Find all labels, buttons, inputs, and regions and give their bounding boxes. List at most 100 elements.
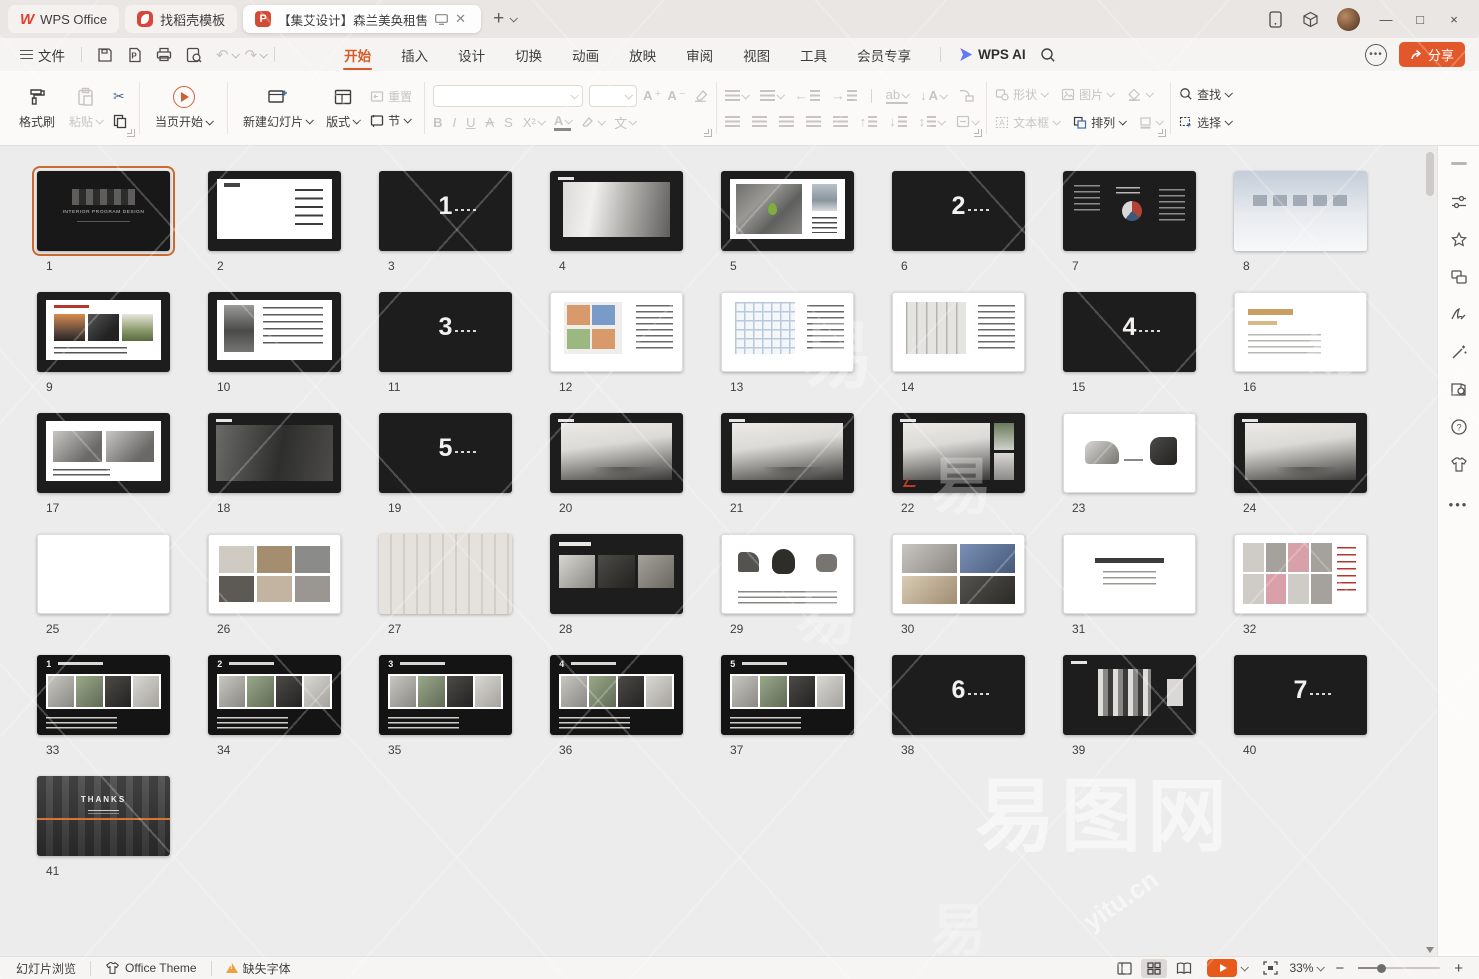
slide-thumbnail-25[interactable] [37, 534, 170, 614]
menu-tab-slideshow[interactable]: 放映 [614, 38, 671, 71]
new-slide-button[interactable]: 新建幻灯片 [236, 87, 319, 130]
zoom-slider[interactable] [1358, 967, 1440, 969]
file-menu-button[interactable]: 文件 [12, 45, 73, 65]
slideshow-play-button[interactable] [1207, 959, 1237, 977]
slide-thumbnail-39[interactable] [1063, 655, 1196, 735]
slide-thumbnail-33[interactable]: 1 [37, 655, 170, 735]
slide-thumbnail-31[interactable] [1063, 534, 1196, 614]
section-button[interactable]: 节 [370, 112, 412, 129]
slide-thumbnail-1[interactable]: INTERIOR PROGRAM DESIGN [37, 171, 170, 251]
switch-shapes-icon[interactable] [1450, 269, 1468, 286]
menu-tab-member[interactable]: 会员专享 [842, 38, 926, 71]
zoom-in-button[interactable]: + [1448, 960, 1469, 977]
slide-thumbnail-2[interactable] [208, 171, 341, 251]
save-icon[interactable] [97, 47, 113, 63]
effects-star-icon[interactable] [1450, 231, 1468, 249]
slide-thumbnail-36[interactable]: 4 [550, 655, 683, 735]
play-from-current-button[interactable]: 当页开始 [148, 86, 219, 130]
tab-list-chevron-icon[interactable] [510, 14, 518, 22]
slide-thumbnail-12[interactable] [550, 292, 683, 372]
slide-thumbnail-17[interactable] [37, 413, 170, 493]
user-avatar[interactable] [1337, 8, 1360, 31]
slide-thumbnail-23[interactable] [1063, 413, 1196, 493]
slide-thumbnail-9[interactable] [37, 292, 170, 372]
menu-tab-animation[interactable]: 动画 [557, 38, 614, 71]
slide-thumbnail-13[interactable] [721, 292, 854, 372]
slide-thumbnail-10[interactable] [208, 292, 341, 372]
zoom-percentage[interactable]: 33% [1289, 961, 1313, 975]
tab-close-icon[interactable]: ✕ [455, 11, 466, 27]
menu-tab-view[interactable]: 视图 [728, 38, 785, 71]
slide-thumbnail-15[interactable]: 4 [1063, 292, 1196, 372]
slide-layout-button[interactable]: 版式 [319, 87, 366, 130]
more-panel-icon[interactable]: ••• [1449, 497, 1469, 512]
slide-thumbnail-32[interactable] [1234, 534, 1367, 614]
scrollbar-thumb[interactable] [1426, 152, 1434, 196]
slide-thumbnail-5[interactable] [721, 171, 854, 251]
arrange-button[interactable]: 排列 [1073, 114, 1125, 131]
normal-view-icon[interactable] [1111, 959, 1137, 978]
mobile-device-icon[interactable] [1269, 11, 1284, 28]
menu-tab-transition[interactable]: 切换 [500, 38, 557, 71]
slide-thumbnail-4[interactable] [550, 171, 683, 251]
share-button[interactable]: 分享 [1399, 42, 1465, 67]
slide-thumbnail-6[interactable]: 2 [892, 171, 1025, 251]
slide-thumbnail-3[interactable]: 1 [379, 171, 512, 251]
slide-thumbnail-35[interactable]: 3 [379, 655, 512, 735]
new-tab-button[interactable]: + [487, 8, 510, 30]
panel-collapse-handle[interactable] [1451, 162, 1467, 165]
play-options-chevron-icon[interactable] [1241, 963, 1249, 971]
screen-share-icon[interactable] [435, 14, 448, 25]
zoom-slider-knob[interactable] [1377, 964, 1386, 973]
slide-sorter-view-icon[interactable] [1141, 959, 1167, 978]
skin-theme-icon[interactable] [1450, 456, 1468, 473]
clipboard-dialog-launcher-icon[interactable] [127, 129, 135, 137]
slide-thumbnail-11[interactable]: 3 [379, 292, 512, 372]
cut-icon[interactable]: ✂ [113, 88, 127, 105]
slide-thumbnail-37[interactable]: 5 [721, 655, 854, 735]
print-preview-icon[interactable] [186, 47, 202, 63]
vertical-scrollbar[interactable] [1423, 146, 1437, 956]
slide-thumbnail-40[interactable]: 7 [1234, 655, 1367, 735]
signature-icon[interactable] [1450, 306, 1468, 323]
fit-to-window-icon[interactable] [1257, 959, 1283, 978]
slide-thumbnail-30[interactable] [892, 534, 1025, 614]
slide-thumbnail-14[interactable] [892, 292, 1025, 372]
slide-thumbnail-21[interactable] [721, 413, 854, 493]
zoom-chevron-icon[interactable] [1317, 963, 1325, 971]
slide-thumbnail-20[interactable] [550, 413, 683, 493]
export-pdf-icon[interactable]: P [127, 47, 142, 63]
slide-thumbnail-41[interactable]: THANKS [37, 776, 170, 856]
select-button[interactable]: 选择 [1179, 114, 1231, 131]
slide-thumbnail-19[interactable]: 5 [379, 413, 512, 493]
slide-thumbnail-8[interactable] [1234, 171, 1367, 251]
menu-tab-tools[interactable]: 工具 [785, 38, 842, 71]
toolbar-customize-chevron-icon[interactable] [260, 50, 268, 58]
tab-document[interactable]: P 【集艾设计】森兰美奂租售中 ✕ [243, 5, 481, 33]
minimize-button[interactable]: — [1369, 4, 1403, 34]
slide-thumbnail-26[interactable] [208, 534, 341, 614]
tab-wps-office[interactable]: W WPS Office [8, 5, 119, 33]
theme-button[interactable]: Office Theme [99, 961, 203, 975]
menu-tab-review[interactable]: 审阅 [671, 38, 728, 71]
maximize-button[interactable]: □ [1403, 4, 1437, 34]
slide-thumbnail-28[interactable] [550, 534, 683, 614]
zoom-out-button[interactable]: − [1329, 960, 1350, 977]
3d-box-icon[interactable] [1302, 11, 1319, 28]
object-properties-icon[interactable] [1450, 193, 1468, 211]
scroll-down-arrow-icon[interactable] [1426, 947, 1434, 953]
missing-fonts-button[interactable]: 缺失字体 [220, 960, 297, 977]
slide-thumbnail-29[interactable] [721, 534, 854, 614]
slide-thumbnail-16[interactable] [1234, 292, 1367, 372]
slide-thumbnail-7[interactable] [1063, 171, 1196, 251]
wps-ai-button[interactable]: WPS AI [959, 47, 1026, 62]
more-tools-icon[interactable]: ••• [1365, 44, 1387, 66]
menu-tab-design[interactable]: 设计 [443, 38, 500, 71]
slide-thumbnail-27[interactable] [379, 534, 512, 614]
help-icon[interactable]: ? [1450, 418, 1468, 436]
document-search-icon[interactable] [1450, 381, 1468, 398]
search-icon[interactable] [1040, 47, 1056, 63]
slide-thumbnail-24[interactable] [1234, 413, 1367, 493]
slide-thumbnail-18[interactable] [208, 413, 341, 493]
menu-tab-insert[interactable]: 插入 [386, 38, 443, 71]
